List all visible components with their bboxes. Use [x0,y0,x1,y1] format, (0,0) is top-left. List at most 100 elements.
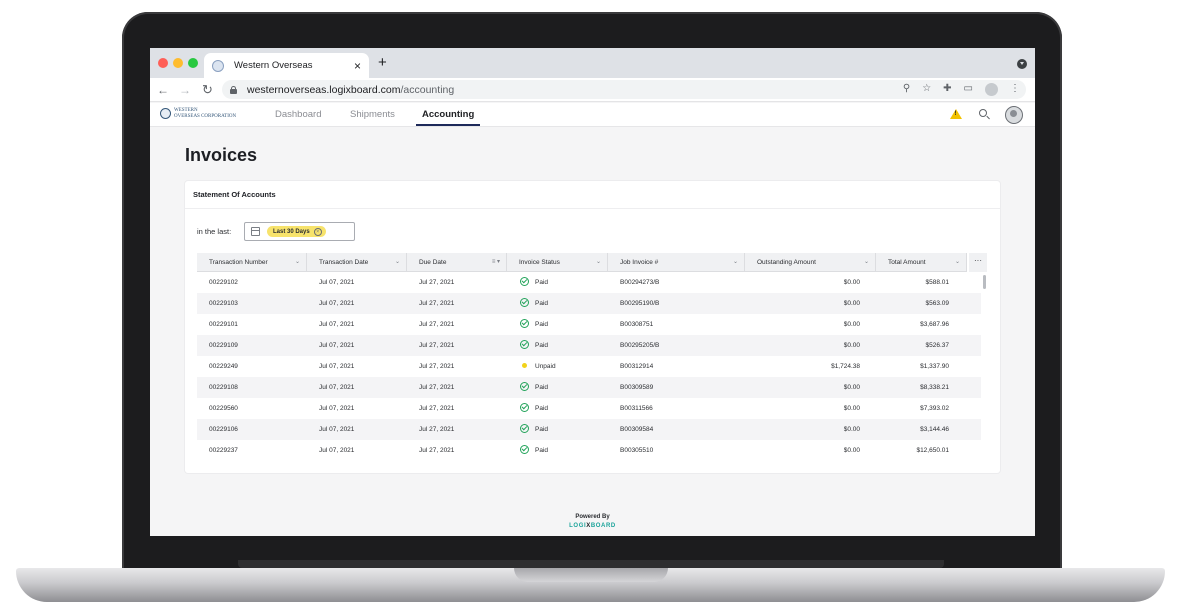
close-window-button[interactable] [158,58,168,68]
status-cell: Paid [520,440,548,461]
status-cell: Unpaid [520,356,556,377]
column-header[interactable]: Due Date ≡ ▾ [407,253,507,272]
extensions-icon[interactable]: ✚ [943,82,951,96]
check-circle-icon [520,276,529,286]
zoom-icon[interactable]: ⚲ [903,82,910,96]
browser-tab-bar: Western Overseas × + [150,48,1035,78]
cell-due: Jul 27, 2021 [419,300,455,307]
cell-number: 00229101 [209,321,238,328]
forward-icon[interactable]: → [179,82,191,98]
nav-accounting[interactable]: Accounting [422,109,474,120]
status-cell: Paid [520,272,548,293]
nav-shipments[interactable]: Shipments [350,109,395,120]
check-circle-icon [520,339,529,349]
sort-icon[interactable]: ⌄ [596,253,601,272]
status-label: Paid [535,405,549,412]
invoices-table: Transaction Number ⌄ Transaction Date ⌄ Du… [197,253,989,461]
column-header[interactable]: Outstanding Amount ⌄ [745,253,876,272]
cell-date: Jul 07, 2021 [319,405,355,412]
cell-date: Jul 07, 2021 [319,279,355,286]
cell-date: Jul 07, 2021 [319,342,355,349]
tab-search-icon[interactable] [1017,59,1027,69]
table-header: Transaction Number ⌄ Transaction Date ⌄ Du… [197,253,967,272]
more-columns-icon[interactable]: ··· [969,253,987,272]
filter-chip-label: Last 30 Days [273,228,310,235]
cell-due: Jul 27, 2021 [419,384,455,391]
column-header[interactable]: Invoice Status ⌄ [507,253,608,272]
sort-icon[interactable]: ⌄ [955,253,960,272]
cell-number: 00229109 [209,342,238,349]
cell-job: B00295205/B [620,342,660,349]
reload-icon[interactable]: ↻ [202,82,213,98]
check-circle-icon [520,318,529,328]
status-cell: Paid [520,419,548,440]
cell-job: B00295190/B [620,300,660,307]
divider [185,208,1000,209]
cell-due: Jul 27, 2021 [419,405,455,412]
sort-icon[interactable]: ⌄ [395,253,400,272]
date-range-filter[interactable]: Last 30 Days × [244,222,355,241]
table-row[interactable]: 00229109 Jul 07, 2021 Jul 27, 2021 Paid B002… [197,335,981,356]
url-host: westernoverseas.logixboard.com [247,83,401,96]
url-path: /accounting [400,83,455,96]
cell-job: B00309589 [620,384,654,391]
logixboard-logo[interactable]: LOGIXBOARD [150,523,1035,529]
cell-number: 00229102 [209,279,238,286]
cell-number: 00229560 [209,405,238,412]
cast-icon[interactable]: ▭ [964,82,973,96]
table-row[interactable]: 00229249 Jul 07, 2021 Jul 27, 2021 Unpaid B0… [197,356,981,377]
cell-date: Jul 07, 2021 [319,300,355,307]
cell-total: $12,650.01 [916,447,949,454]
table-row[interactable]: 00229106 Jul 07, 2021 Jul 27, 2021 Paid B003… [197,419,981,440]
warning-icon[interactable] [950,109,962,119]
star-icon[interactable]: ☆ [922,82,931,96]
user-avatar[interactable] [1005,106,1023,124]
company-logo[interactable]: WESTERN OVERSEAS CORPORATION [160,108,236,119]
address-bar[interactable]: westernoverseas.logixboard.com/accountin… [222,80,1026,99]
powered-by-label: Powered By [575,514,610,520]
profile-icon[interactable] [985,82,998,96]
cell-due: Jul 27, 2021 [419,426,455,433]
filter-chip[interactable]: Last 30 Days × [267,226,326,237]
tab-title: Western Overseas [234,60,313,71]
maximize-window-button[interactable] [188,58,198,68]
column-header[interactable]: Total Amount ⌄ [876,253,967,272]
page-title: Invoices [185,145,258,165]
scroll-thumb[interactable] [983,275,986,289]
statement-card: Statement Of Accounts in the last: Last … [185,181,1000,473]
status-cell: Paid [520,314,548,335]
status-label: Paid [535,321,549,328]
table-scrollbar[interactable] [981,272,989,461]
nav-dashboard[interactable]: Dashboard [275,109,321,120]
cell-total: $8,338.21 [920,384,949,391]
sort-icon[interactable]: ⌄ [864,253,869,272]
search-icon[interactable] [979,109,987,117]
table-row[interactable]: 00229101 Jul 07, 2021 Jul 27, 2021 Paid B003… [197,314,981,335]
table-row[interactable]: 00229102 Jul 07, 2021 Jul 27, 2021 Paid B002… [197,272,981,293]
sort-icon[interactable]: ⌄ [295,253,300,272]
check-circle-icon [520,381,529,391]
column-header[interactable]: Transaction Date ⌄ [307,253,407,272]
filter-sort-icon[interactable]: ≡ ▾ [492,253,500,272]
tab-close-icon[interactable]: × [354,60,361,72]
table-row[interactable]: 00229108 Jul 07, 2021 Jul 27, 2021 Paid B003… [197,377,981,398]
menu-icon[interactable]: ⋮ [1010,82,1020,96]
table-row[interactable]: 00229560 Jul 07, 2021 Jul 27, 2021 Paid B003… [197,398,981,419]
column-header[interactable]: Transaction Number ⌄ [197,253,307,272]
sort-icon[interactable]: ⌄ [733,253,738,272]
browser-tab[interactable]: Western Overseas × [204,53,369,78]
status-label: Paid [535,426,549,433]
cell-total: $526.37 [925,342,950,349]
back-icon[interactable]: ← [157,82,169,98]
status-cell: Paid [520,377,548,398]
cell-outstanding: $0.00 [843,405,860,412]
chip-clear-icon[interactable]: × [313,227,322,236]
column-header[interactable]: Job Invoice # ⌄ [608,253,745,272]
new-tab-button[interactable]: + [378,55,387,70]
status-label: Paid [535,342,549,349]
minimize-window-button[interactable] [173,58,183,68]
cell-outstanding: $0.00 [843,300,860,307]
table-row[interactable]: 00229103 Jul 07, 2021 Jul 27, 2021 Paid B002… [197,293,981,314]
table-row[interactable]: 00229237 Jul 07, 2021 Jul 27, 2021 Paid B003… [197,440,981,461]
cell-number: 00229103 [209,300,238,307]
